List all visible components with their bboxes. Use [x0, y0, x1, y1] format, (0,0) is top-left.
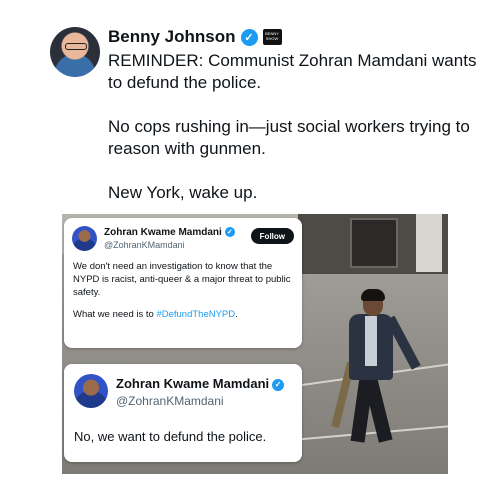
avatar[interactable]	[74, 374, 108, 408]
shirt-shape	[365, 316, 377, 366]
person-figure	[331, 289, 425, 462]
tweet-text-2-suffix: .	[235, 309, 238, 320]
hashtag-link[interactable]: #DefundTheNYPD	[156, 309, 235, 320]
follow-button[interactable]: Follow	[250, 228, 294, 244]
background-pillar	[416, 214, 442, 272]
tweet-text-2-prefix: What we need is to	[73, 309, 157, 320]
tweet-text: No, we want to defund the police.	[74, 429, 267, 444]
post-paragraph-3: New York, wake up.	[108, 183, 258, 202]
glasses-detail	[65, 43, 87, 50]
background-storefront	[350, 218, 398, 268]
post-paragraph-1: REMINDER: Communist Zohran Mamdani wants…	[108, 51, 477, 92]
verified-check-icon: ✓	[272, 378, 285, 391]
verified-check-icon: ✓	[240, 28, 258, 46]
post-paragraph-2: No cops rushing in—just social workers t…	[108, 117, 470, 158]
avatar[interactable]	[72, 226, 97, 251]
tweet-text-2: What we need is to #DefundTheNYPD.	[73, 308, 295, 321]
tweet-author-name[interactable]: Zohran Kwame Mamdani ✓	[116, 376, 285, 391]
tweet-author-name-text: Zohran Kwame Mamdani	[116, 376, 270, 391]
embedded-tweet-1[interactable]: Zohran Kwame Mamdani ✓ @ZohranKMamdani Fo…	[64, 218, 302, 348]
affiliation-badge-icon[interactable]: BENNY SHOW	[262, 29, 282, 45]
tweet-body: We don't need an investigation to know t…	[73, 260, 295, 330]
tweet-author-handle[interactable]: @ZohranKMamdani	[104, 240, 185, 250]
tweet-author-name-text: Zohran Kwame Mamdani	[104, 227, 222, 238]
post-header: Benny Johnson ✓ BENNY SHOW	[108, 27, 282, 47]
verified-check-icon: ✓	[224, 227, 235, 238]
embedded-tweet-2[interactable]: Zohran Kwame Mamdani ✓ @ZohranKMamdani No…	[64, 364, 302, 462]
author-avatar[interactable]	[50, 27, 100, 77]
tweet-author-handle[interactable]: @ZohranKMamdani	[116, 394, 224, 408]
tweet-text-1: We don't need an investigation to know t…	[73, 261, 291, 298]
tweet-author-name[interactable]: Zohran Kwame Mamdani ✓	[104, 227, 235, 238]
hair-shape	[361, 289, 385, 301]
author-name[interactable]: Benny Johnson	[108, 27, 236, 47]
post-text: REMINDER: Communist Zohran Mamdani wants…	[108, 50, 478, 226]
